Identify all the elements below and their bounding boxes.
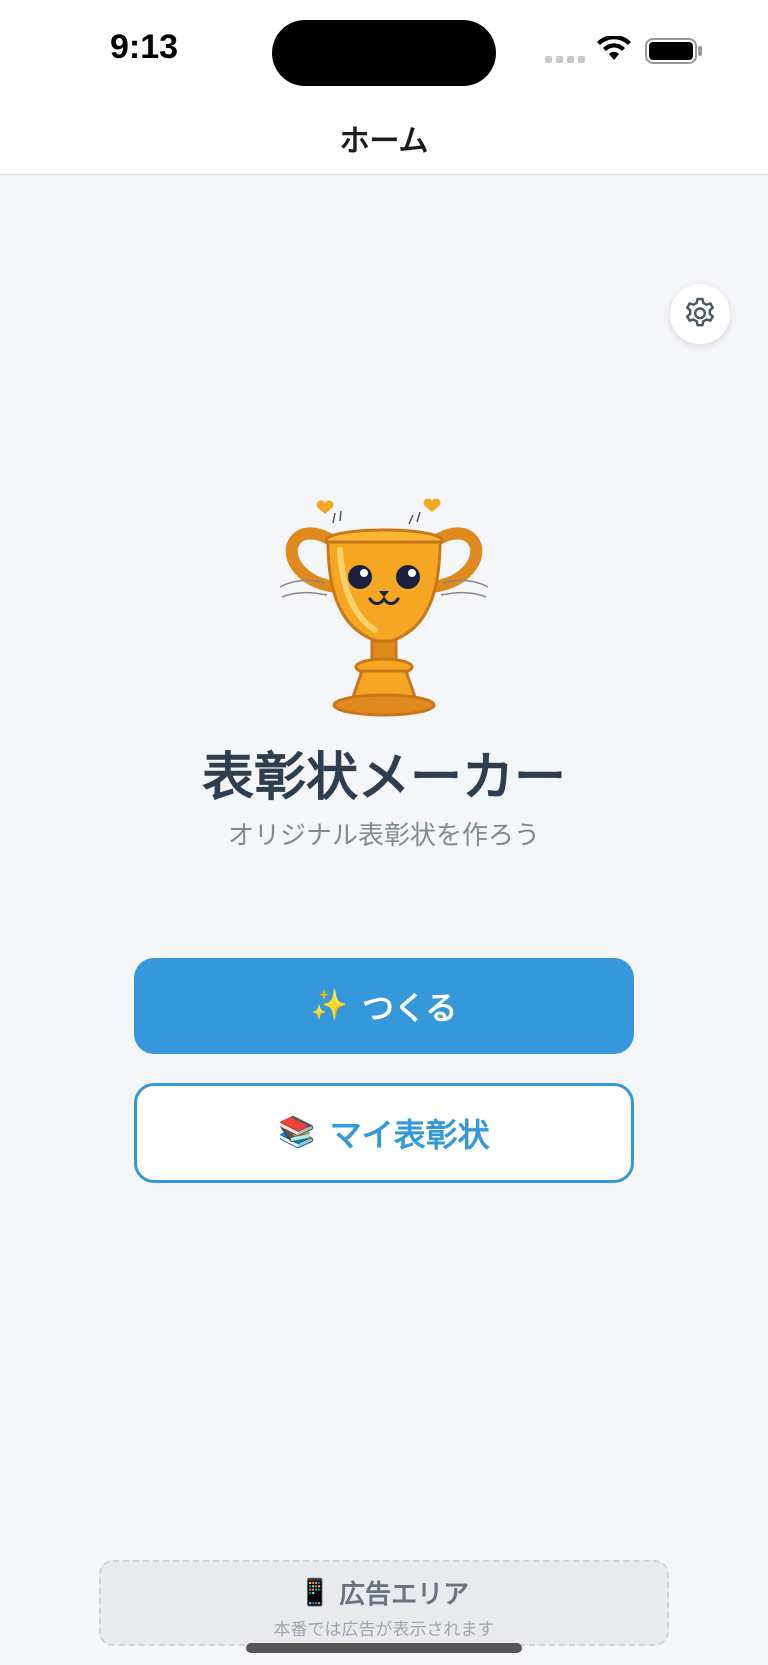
settings-button[interactable] bbox=[670, 284, 730, 344]
battery-icon bbox=[645, 38, 702, 64]
trophy-mascot-illustration bbox=[280, 498, 488, 717]
app-title: 表彰状メーカー bbox=[201, 748, 566, 808]
my-awards-button[interactable]: 📚 マイ表彰状 bbox=[134, 1083, 634, 1183]
ad-banner-placeholder: 📱 広告エリア 本番では広告が表示されます bbox=[99, 1560, 669, 1646]
mobile-phone-icon: 📱 bbox=[298, 1577, 332, 1608]
my-awards-button-label: マイ表彰状 bbox=[329, 1116, 490, 1154]
create-button[interactable]: ✨ つくる bbox=[134, 958, 634, 1054]
create-button-label: つくる bbox=[361, 989, 458, 1027]
gear-icon bbox=[686, 297, 714, 327]
dynamic-island bbox=[272, 20, 496, 86]
wifi-icon bbox=[597, 36, 631, 60]
app-subtitle: オリジナル表彰状を作ろう bbox=[227, 821, 540, 851]
ad-title-row: 📱 広告エリア bbox=[101, 1574, 667, 1611]
books-icon: 📚 bbox=[278, 1115, 316, 1150]
status-time: 9:13 bbox=[110, 28, 179, 66]
nav-title: ホーム bbox=[339, 124, 429, 159]
sparkles-icon: ✨ bbox=[310, 988, 348, 1023]
home-indicator[interactable] bbox=[246, 1643, 522, 1653]
status-bar: 9:13 bbox=[0, 0, 768, 100]
signal-icon bbox=[545, 56, 585, 63]
ad-title: 広告エリア bbox=[339, 1580, 470, 1610]
nav-bar: ホーム bbox=[0, 100, 768, 175]
ad-subtitle: 本番では広告が表示されます bbox=[273, 1620, 495, 1640]
